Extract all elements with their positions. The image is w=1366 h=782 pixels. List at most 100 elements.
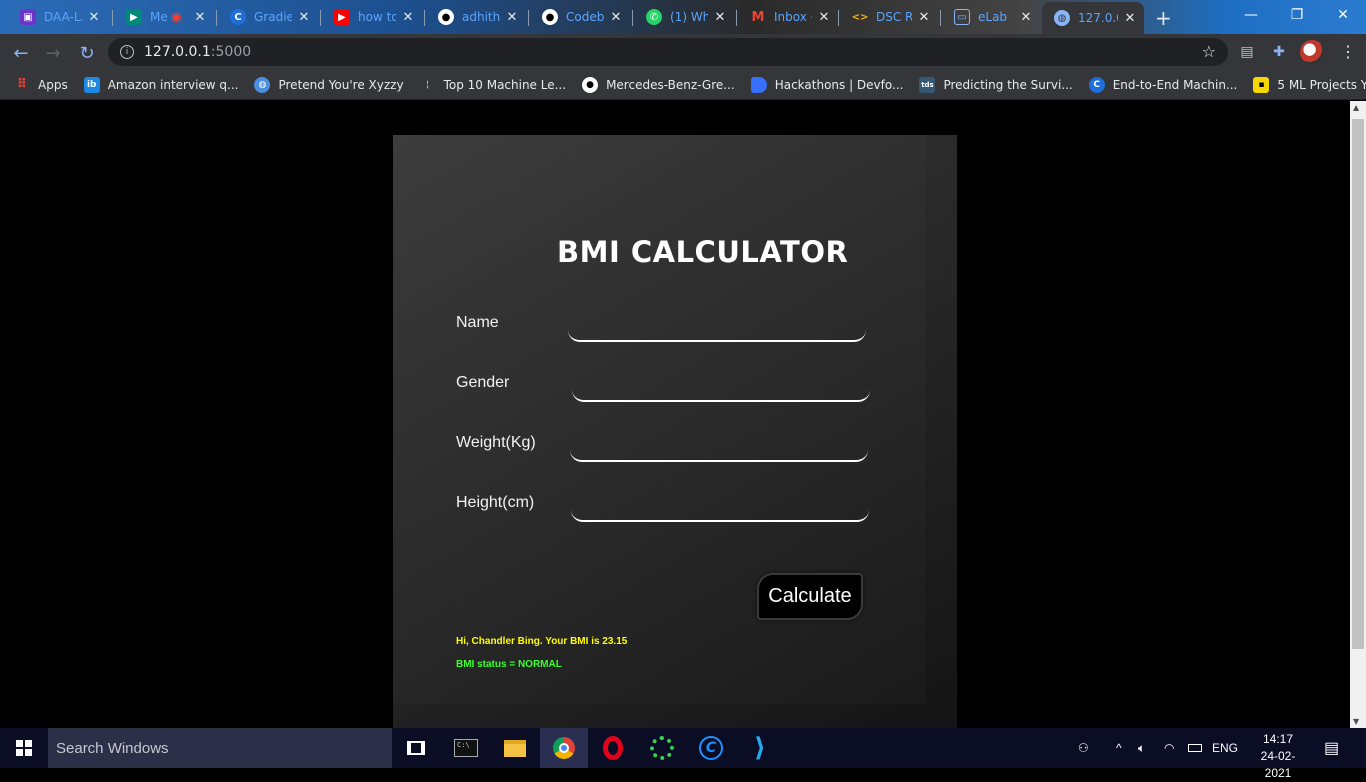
- youtube-icon: ▶: [334, 9, 350, 25]
- bookmark-5-ml-projects[interactable]: ▪ 5 ML Projects You S...: [1253, 76, 1366, 93]
- new-tab-icon[interactable]: +: [1155, 6, 1172, 30]
- close-icon[interactable]: ✕: [1018, 10, 1034, 25]
- file-explorer-icon[interactable]: [491, 728, 539, 768]
- globe-icon: ◍: [1054, 10, 1070, 26]
- windows-taskbar: Search Windows C:\ C ⟩ ⚇ ^ 🔈︎ ◠ ENG 14:1…: [0, 728, 1366, 780]
- close-icon[interactable]: ✕: [712, 10, 728, 25]
- gender-label: Gender: [456, 374, 510, 391]
- scroll-down-icon[interactable]: ▼: [1353, 717, 1359, 726]
- bookmark-label: Mercedes-Benz-Gre...: [606, 77, 735, 92]
- c-app-icon[interactable]: C: [687, 728, 735, 768]
- tab-7[interactable]: M Inbox ( ✕: [738, 4, 838, 30]
- forward-icon[interactable]: →: [42, 42, 64, 64]
- tab-5[interactable]: ● Codebu ✕: [530, 4, 630, 30]
- gender-input[interactable]: [572, 382, 870, 402]
- info-icon[interactable]: i: [120, 45, 134, 59]
- whatsapp-icon: ✆: [646, 9, 662, 25]
- terminal-icon[interactable]: C:\: [442, 728, 490, 768]
- close-icon[interactable]: ✕: [400, 10, 416, 25]
- vscode-icon[interactable]: ⟩: [736, 728, 784, 768]
- name-label: Name: [456, 314, 499, 331]
- c-circle-icon: C: [230, 9, 246, 25]
- opera-icon[interactable]: [589, 728, 637, 768]
- language-indicator[interactable]: ENG: [1212, 728, 1238, 768]
- tab-label: DSC Re: [876, 10, 912, 24]
- scroll-thumb[interactable]: [1352, 119, 1364, 649]
- clock-date: 24-02-2021: [1260, 749, 1296, 780]
- extensions-icon[interactable]: ✚: [1270, 43, 1288, 61]
- tab-label: Gradien: [254, 10, 292, 24]
- scroll-up-icon[interactable]: ▲: [1353, 103, 1359, 112]
- close-icon[interactable]: ✕: [1122, 11, 1138, 26]
- close-icon[interactable]: ✕: [86, 10, 102, 25]
- profile-avatar[interactable]: [1300, 40, 1324, 64]
- notification-icon[interactable]: ▤: [1324, 728, 1339, 768]
- windows-logo-icon: [16, 740, 32, 756]
- task-view-icon[interactable]: [392, 728, 440, 768]
- reading-list-icon[interactable]: ▤: [1238, 43, 1256, 61]
- tab-9[interactable]: ▭ eLab ✕: [942, 4, 1040, 30]
- tab-label: adhiths: [462, 10, 500, 24]
- close-icon[interactable]: ✕: [192, 10, 208, 25]
- chevron-up-icon[interactable]: ^: [1116, 728, 1122, 768]
- battery-icon[interactable]: [1188, 728, 1202, 768]
- close-icon[interactable]: ✕: [608, 10, 624, 25]
- close-icon[interactable]: ✕: [504, 10, 520, 25]
- dsc-icon: <>: [851, 11, 869, 23]
- close-icon[interactable]: ✕: [916, 10, 932, 25]
- github-icon: ●: [582, 76, 599, 93]
- wifi-icon[interactable]: ◠: [1164, 728, 1174, 768]
- bar-icon: ¦: [425, 79, 430, 90]
- back-icon[interactable]: ←: [10, 42, 32, 64]
- close-window-icon[interactable]: ✕: [1320, 0, 1366, 30]
- close-icon[interactable]: ✕: [816, 10, 832, 25]
- spinner-icon[interactable]: [638, 728, 686, 768]
- github-icon: ●: [438, 9, 454, 25]
- bookmarks-bar: ⠿ Apps ib Amazon interview q... ◍ Preten…: [0, 70, 1366, 100]
- people-icon[interactable]: ⚇: [1078, 728, 1089, 768]
- bookmark-star-icon[interactable]: ☆: [1202, 42, 1216, 61]
- bookmark-label: Top 10 Machine Le...: [443, 77, 567, 92]
- restore-icon[interactable]: ❐: [1274, 0, 1320, 30]
- tab-2[interactable]: C Gradien ✕: [218, 4, 318, 30]
- search-placeholder: Search Windows: [56, 739, 169, 757]
- bookmark-end-to-end[interactable]: C End-to-End Machin...: [1088, 76, 1237, 93]
- tab-6[interactable]: ✆ (1) Wha ✕: [634, 4, 734, 30]
- address-bar[interactable]: i 127.0.0.1 :5000: [108, 38, 1228, 66]
- github-icon: ●: [542, 9, 558, 25]
- menu-dots-icon[interactable]: ⋮: [1340, 42, 1356, 61]
- taskbar-clock[interactable]: 14:17 24-02-2021: [1250, 731, 1306, 782]
- minimize-icon[interactable]: —: [1228, 0, 1274, 30]
- name-input[interactable]: [568, 322, 866, 342]
- recording-icon: ◉: [170, 9, 182, 25]
- height-input[interactable]: [571, 502, 869, 522]
- bookmark-label: Amazon interview q...: [107, 77, 239, 92]
- tab-10-active[interactable]: ◍ 127.0.0 ✕: [1042, 2, 1144, 34]
- bookmark-apps[interactable]: ⠿ Apps: [14, 77, 68, 93]
- chrome-icon[interactable]: [540, 728, 588, 768]
- tab-0[interactable]: ▣ DAA-LA ✕: [8, 4, 108, 30]
- bookmark-mercedes[interactable]: ● Mercedes-Benz-Gre...: [582, 76, 735, 93]
- calculate-button[interactable]: Calculate: [757, 573, 863, 620]
- weight-input[interactable]: [570, 442, 868, 462]
- start-button[interactable]: [0, 728, 48, 768]
- bookmark-amazon-interview[interactable]: ib Amazon interview q...: [83, 76, 239, 93]
- bookmark-top10-ml[interactable]: ¦ Top 10 Machine Le...: [420, 77, 567, 93]
- meet-icon: ▶: [126, 9, 142, 25]
- globe-icon: ◍: [254, 76, 271, 93]
- tab-3[interactable]: ▶ how to ✕: [322, 4, 422, 30]
- tab-4[interactable]: ● adhiths ✕: [426, 4, 526, 30]
- taskbar-search[interactable]: Search Windows: [48, 728, 392, 768]
- purple-square-icon: ▣: [20, 9, 36, 25]
- tab-1[interactable]: ▶ Me ◉ ✕: [114, 4, 214, 30]
- bookmark-pretend-xyzzy[interactable]: ◍ Pretend You're Xyzzy: [254, 76, 404, 93]
- close-icon[interactable]: ✕: [296, 10, 312, 25]
- weight-label: Weight(Kg): [456, 434, 536, 451]
- bookmark-predicting[interactable]: tds Predicting the Survi...: [919, 76, 1073, 93]
- reload-icon[interactable]: ↻: [76, 42, 98, 64]
- bookmark-hackathons[interactable]: Hackathons | Devfo...: [750, 76, 903, 93]
- page-scrollbar[interactable]: ▲ ▼: [1350, 101, 1366, 728]
- volume-icon[interactable]: 🔈︎: [1138, 728, 1145, 768]
- tab-strip: ▣ DAA-LA ✕ ▶ Me ◉ ✕ C Gradien ✕ ▶ how to…: [0, 0, 1366, 34]
- tab-8[interactable]: <> DSC Re ✕: [840, 4, 938, 30]
